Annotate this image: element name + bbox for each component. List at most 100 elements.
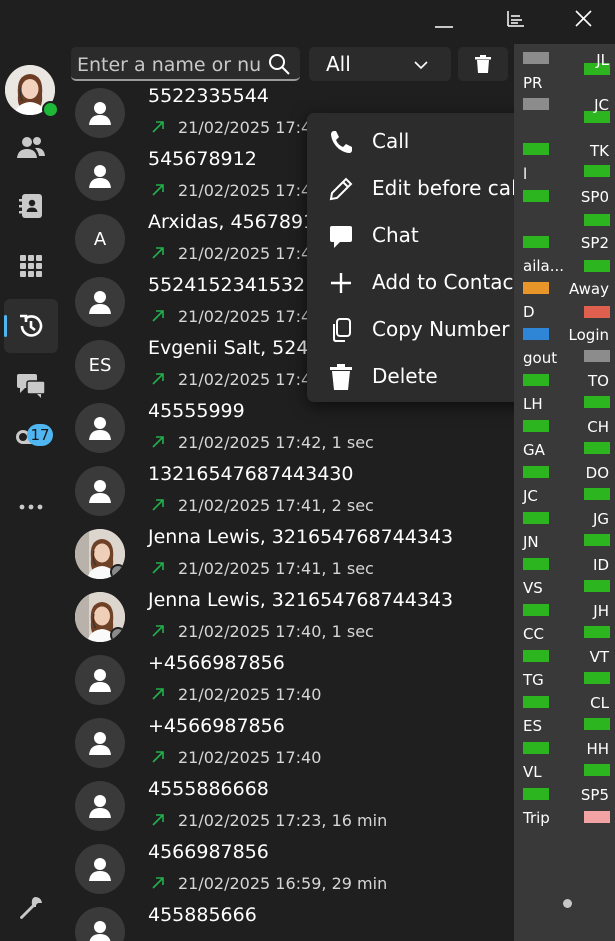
nav-dialpad[interactable] [4,239,58,293]
presence-label[interactable]: GA [523,441,545,459]
presence-label[interactable]: JC [594,96,609,114]
presence-label[interactable]: D [523,303,535,321]
presence-label[interactable]: TK [590,142,609,160]
presence-label[interactable]: gout [523,349,557,367]
presence-status-bar [523,696,549,708]
chat-icon [17,374,46,398]
panel-layout-icon [507,11,524,27]
presence-label[interactable]: SP5 [581,786,609,804]
call-row[interactable]: +4566987856 21/02/2025 17:40 [62,713,514,776]
call-filter-dropdown[interactable]: All [309,47,451,81]
phone-icon [327,128,355,156]
call-row[interactable]: 455885666 [62,902,514,941]
call-detail: 21/02/2025 17:4 [178,181,312,200]
call-detail: 21/02/2025 17:40 [178,748,322,767]
call-row[interactable]: 13216547687443430 21/02/2025 17:41, 2 sec [62,461,514,524]
outgoing-call-icon [150,434,166,450]
person-icon [75,655,125,705]
outgoing-call-icon [150,308,166,324]
panel-scroll-indicator[interactable] [563,899,572,908]
presence-label[interactable]: ES [523,717,542,735]
presence-label[interactable]: Trip [523,809,550,827]
menu-item-edit-before-call[interactable]: Edit before call [307,165,544,212]
person-icon [75,403,125,453]
presence-label[interactable]: l [523,165,527,183]
presence-label[interactable]: JC [523,487,538,505]
presence-status-bar [523,98,549,110]
call-detail: 21/02/2025 17:41, 2 sec [178,496,374,515]
call-row[interactable]: Jenna Lewis, 321654768744343 21/02/2025 1… [62,524,514,587]
presence-label[interactable]: DO [586,464,609,482]
menu-item-chat[interactable]: Chat [307,212,544,259]
presence-label[interactable]: JH [593,602,609,620]
presence-label[interactable]: Login [569,326,609,344]
outgoing-call-icon [150,623,166,639]
nav-chat[interactable] [4,359,58,413]
call-name: 4566987856 [148,841,269,863]
clear-history-button[interactable] [458,47,508,81]
presence-label[interactable]: JG [593,510,609,528]
call-detail: 21/02/2025 17:4 [178,118,312,137]
menu-item-add-to-contacts[interactable]: Add to Contacts [307,259,544,306]
presence-label[interactable]: JL [596,51,609,69]
nav-address-book[interactable] [4,179,58,233]
presence-status-bar [523,328,549,340]
presence-label[interactable]: PR [523,74,542,92]
call-row[interactable]: 4555886668 21/02/2025 17:23, 16 min [62,776,514,839]
minimize-button[interactable] [432,8,458,30]
contact-initials: ES [75,340,125,390]
plus-icon [327,269,355,297]
nav-more[interactable] [4,480,58,534]
menu-item-copy-number[interactable]: Copy Number [307,306,544,353]
presence-status-bar [523,512,549,524]
menu-item-call[interactable]: Call [307,118,544,165]
presence-label[interactable]: LH [523,395,543,413]
call-row[interactable]: Jenna Lewis, 321654768744343 21/02/2025 1… [62,587,514,650]
presence-label[interactable]: Away [569,280,609,298]
presence-label[interactable]: CL [590,694,609,712]
presence-status-bar [523,52,549,64]
call-row[interactable]: 45555999 21/02/2025 17:42, 1 sec [62,398,514,461]
call-detail: 21/02/2025 17:23, 16 min [178,811,388,830]
presence-label[interactable]: SP2 [581,234,609,252]
pencil-icon [327,175,355,203]
call-detail: 21/02/2025 17:41, 1 sec [178,559,374,578]
contact-avatar [75,529,125,579]
copy-icon [327,316,355,344]
call-row[interactable]: +4566987856 21/02/2025 17:40 [62,650,514,713]
nav-contacts[interactable] [4,121,58,175]
search-input[interactable] [75,51,267,79]
presence-label[interactable]: VL [523,763,542,781]
close-button[interactable] [572,8,598,30]
presence-label[interactable]: VT [590,648,609,666]
presence-label[interactable]: CH [587,418,609,436]
nav-call-history[interactable] [4,299,58,353]
call-detail: 21/02/2025 17:4 [178,244,312,263]
presence-label[interactable]: ID [593,556,609,574]
presence-status-bar [584,626,610,638]
presence-dot [110,564,125,579]
presence-status-bar [584,488,610,500]
call-name: 5524152341532 [148,274,306,296]
presence-label[interactable]: TG [523,671,544,689]
presence-label[interactable]: TO [588,372,609,390]
presence-label[interactable]: aila... [523,257,564,275]
call-detail: 21/02/2025 16:59, 29 min [178,874,388,893]
presence-dot [110,627,125,642]
side-panel-button[interactable] [502,8,528,30]
person-icon [75,844,125,894]
call-name: Evgenii Salt, 5241 [148,337,321,359]
call-row[interactable]: 4566987856 21/02/2025 16:59, 29 min [62,839,514,902]
search-icon[interactable] [267,52,291,76]
presence-status-bar [523,236,549,248]
menu-item-delete[interactable]: Delete [307,353,544,400]
presence-status-bar [523,788,549,800]
minimize-icon [435,26,453,28]
presence-label[interactable]: SP0 [581,188,609,206]
presence-label[interactable]: JN [523,533,539,551]
person-icon [75,88,125,138]
presence-label[interactable]: VS [523,579,543,597]
presence-label[interactable]: HH [586,740,609,758]
nav-settings[interactable] [4,881,58,935]
presence-label[interactable]: CC [523,625,544,643]
